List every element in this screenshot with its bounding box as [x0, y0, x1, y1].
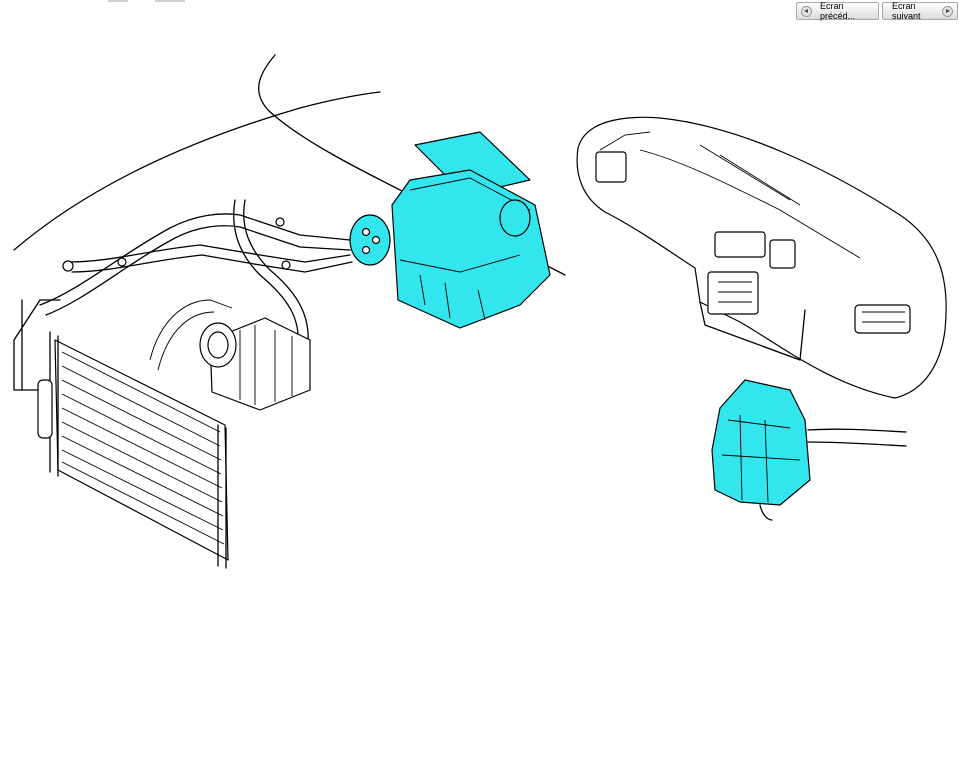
refrigerant-lines [39, 199, 353, 346]
compressor [149, 299, 311, 411]
hvac-unit-main [349, 131, 551, 329]
air-conditioning-system-diagram [13, 54, 947, 569]
condenser [13, 299, 229, 569]
dashboard [576, 116, 947, 399]
hvac-unit-secondary [711, 379, 907, 521]
